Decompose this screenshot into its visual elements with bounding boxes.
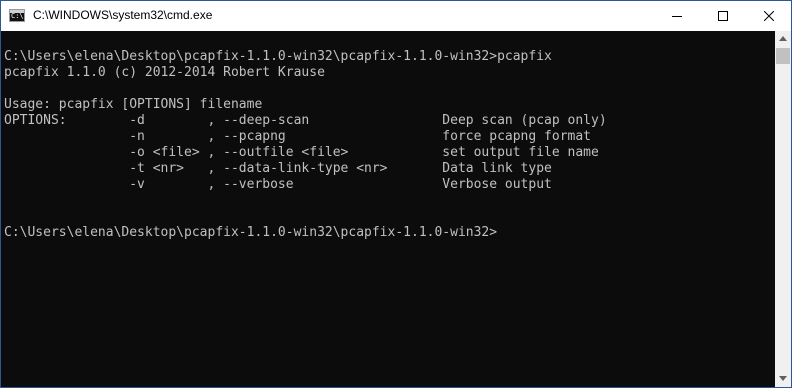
title-bar[interactable]: C:\ C:\WINDOWS\system32\cmd.exe [1,1,791,31]
scroll-up-button[interactable] [775,31,791,47]
console-line: OPTIONS: -d , --deep-scan Deep scan (pca… [4,113,607,128]
console-line: pcapfix 1.1.0 (c) 2012-2014 Robert Kraus… [4,65,325,80]
maximize-icon [718,11,728,21]
close-button[interactable] [746,1,791,31]
vertical-scrollbar[interactable] [775,31,791,387]
console-line: Usage: pcapfix [OPTIONS] filename [4,97,263,112]
console-line: -n , --pcapng force pcapng format [4,129,591,144]
maximize-button[interactable] [700,1,746,31]
minimize-icon [672,16,682,17]
window-title: C:\WINDOWS\system32\cmd.exe [33,8,213,22]
scroll-up-arrow-icon [779,36,787,41]
scrollbar-thumb[interactable] [776,48,790,64]
console-line: -v , --verbose Verbose output [4,177,552,192]
console-output[interactable]: C:\Users\elena\Desktop\pcapfix-1.1.0-win… [1,31,775,387]
cmd-icon-text: C:\ [11,12,24,20]
console-line: C:\Users\elena\Desktop\pcapfix-1.1.0-win… [4,49,552,64]
console-line: -t <nr> , --data-link-type <nr> Data lin… [4,161,552,176]
scroll-down-arrow-icon [779,376,787,381]
console-line: C:\Users\elena\Desktop\pcapfix-1.1.0-win… [4,225,498,240]
cmd-window: C:\ C:\WINDOWS\system32\cmd.exe C:\Users… [0,0,792,388]
cmd-icon[interactable]: C:\ [9,9,25,22]
minimize-button[interactable] [654,1,700,31]
scroll-down-button[interactable] [775,371,791,387]
close-icon [764,11,774,21]
console-line: -o <file> , --outfile <file> set output … [4,145,599,160]
